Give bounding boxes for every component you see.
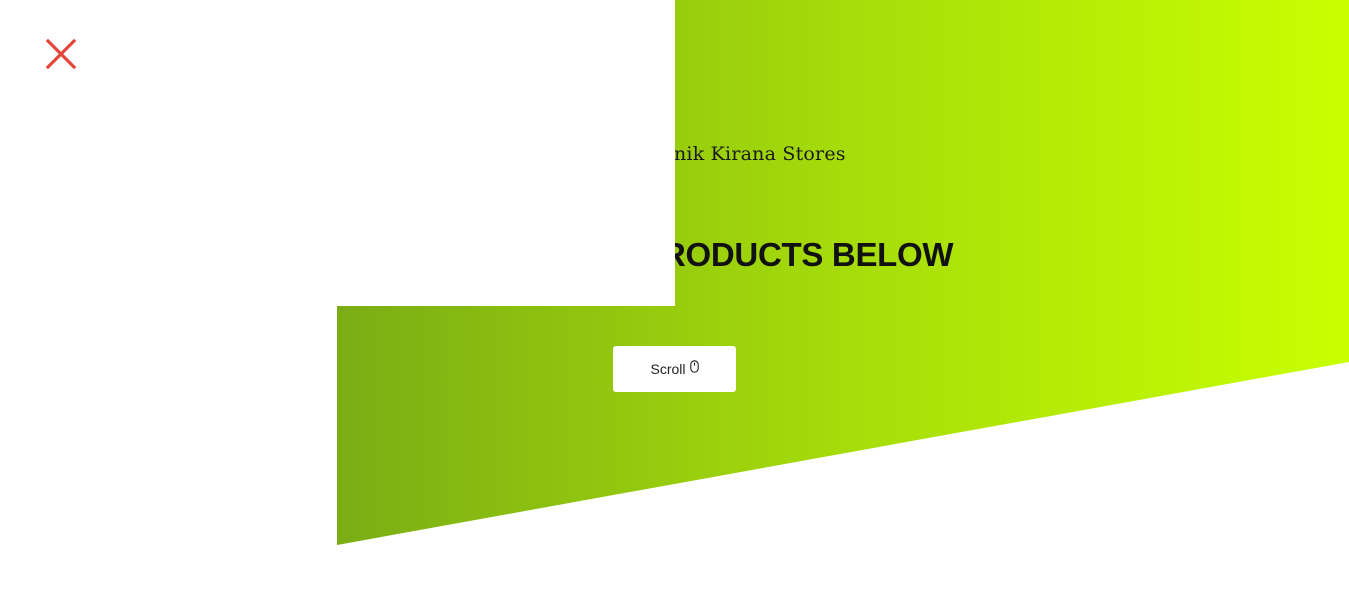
hero-heading: RODUCTS BELOW xyxy=(662,236,954,273)
scroll-label: Scroll xyxy=(650,361,686,377)
menu-overlay-panel-extension xyxy=(337,0,675,306)
page: nik Kirana Stores RODUCTS BELOW Scroll xyxy=(0,0,1349,606)
close-icon xyxy=(45,38,77,75)
menu-overlay-panel xyxy=(0,0,337,606)
mouse-icon xyxy=(689,360,699,373)
scroll-button[interactable]: Scroll xyxy=(613,346,736,392)
close-button[interactable] xyxy=(40,36,82,76)
hero-subtitle: nik Kirana Stores xyxy=(674,143,846,165)
